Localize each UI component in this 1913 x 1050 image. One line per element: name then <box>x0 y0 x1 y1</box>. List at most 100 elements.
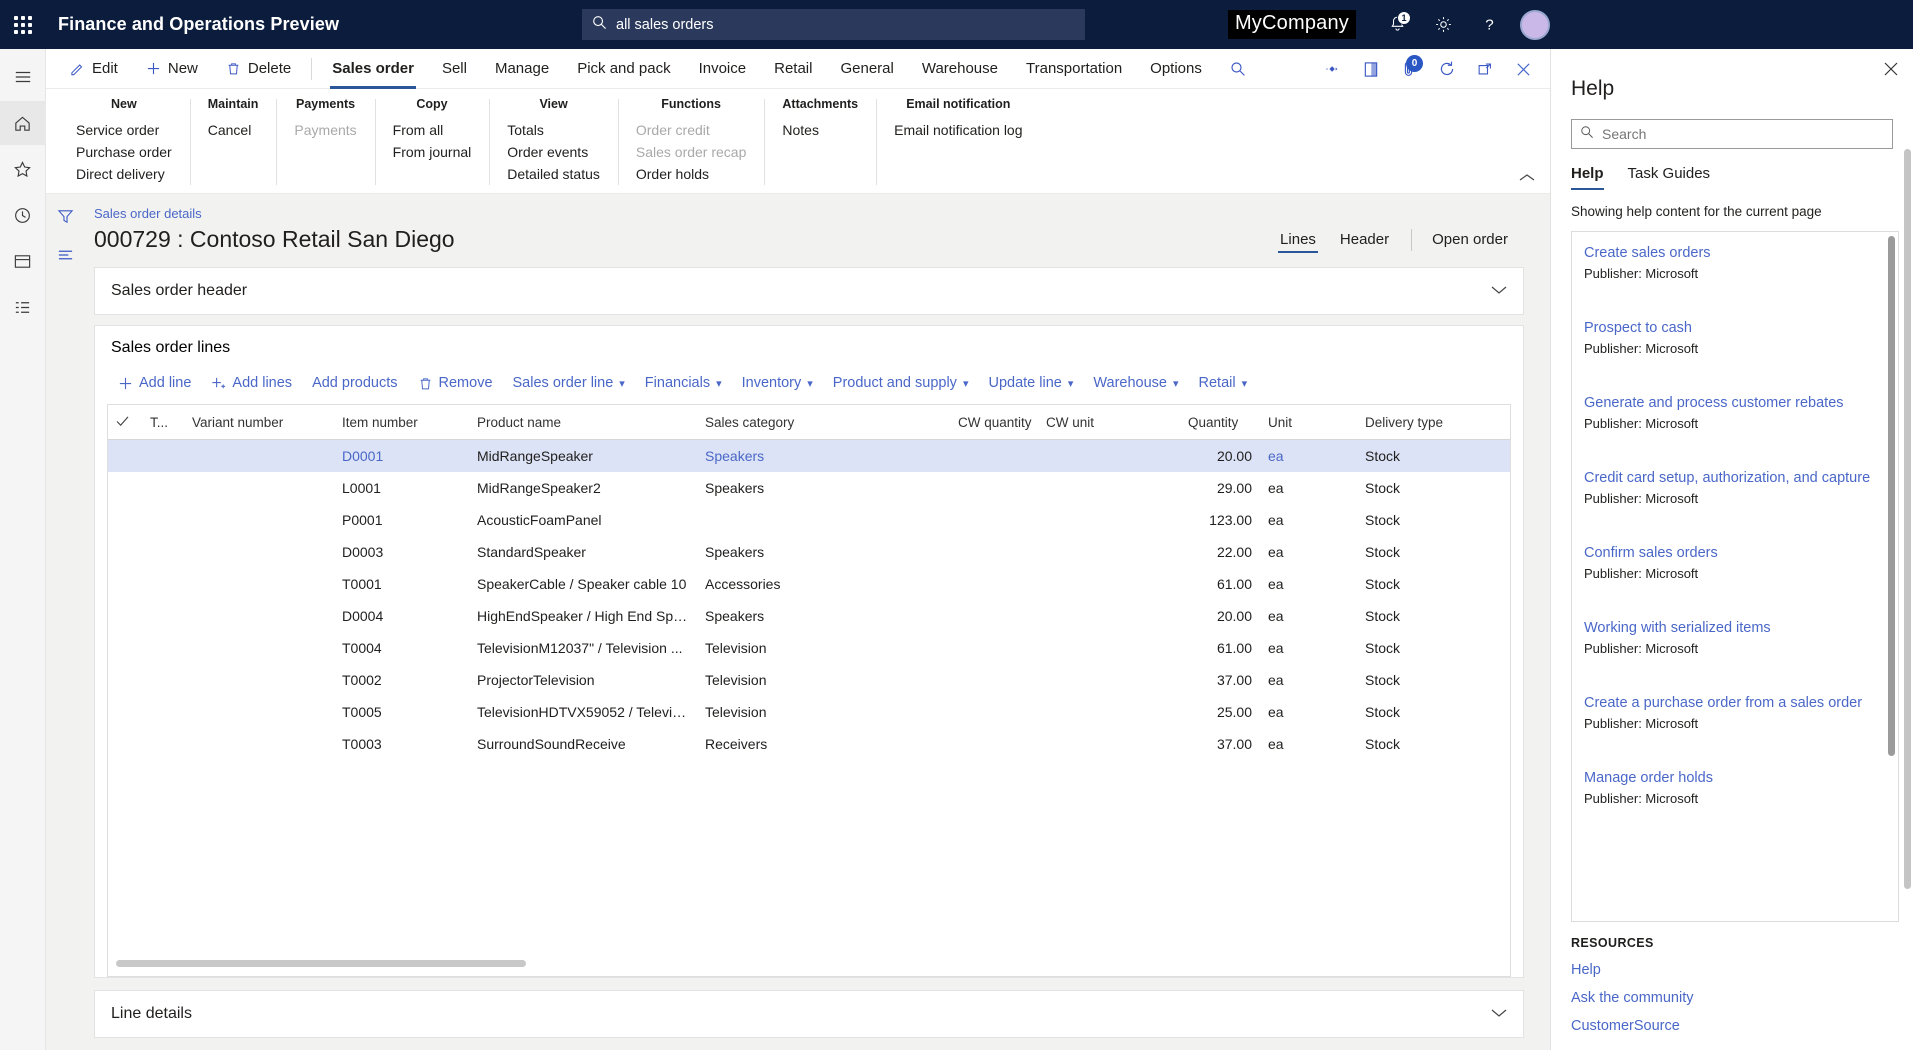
help-list-scrollbar[interactable] <box>1888 236 1895 756</box>
cell-unit[interactable]: ea <box>1260 568 1357 600</box>
cell-item-number[interactable]: L0001 <box>334 472 469 504</box>
column-header-product-name[interactable]: Product name <box>469 405 697 440</box>
cell-cw-unit[interactable] <box>1038 568 1180 600</box>
tab-manage[interactable]: Manage <box>481 49 563 89</box>
cell-product-name[interactable]: ProjectorTelevision <box>469 664 697 696</box>
row-select-cell[interactable] <box>108 504 142 536</box>
cell-delivery-type[interactable]: Stock <box>1357 472 1510 504</box>
cell-sales-category[interactable]: Speakers <box>697 472 950 504</box>
cell-cw-unit[interactable] <box>1038 632 1180 664</box>
ribbon-item-direct-delivery[interactable]: Direct delivery <box>76 163 172 185</box>
table-row[interactable]: T0004 TelevisionM12037" / Television ... T… <box>108 632 1510 664</box>
cell-quantity[interactable]: 20.00 <box>1180 600 1260 632</box>
add-products-button[interactable]: Add products <box>303 370 406 396</box>
help-search-input[interactable]: Search <box>1571 119 1893 149</box>
grid-horizontal-scrollbar[interactable] <box>108 950 1510 976</box>
breadcrumb[interactable]: Sales order details <box>94 206 1524 221</box>
cell-cw-unit[interactable] <box>1038 664 1180 696</box>
row-select-cell[interactable] <box>108 728 142 760</box>
help-article-link[interactable]: Manage order holds <box>1584 769 1884 788</box>
row-select-cell[interactable] <box>108 536 142 568</box>
cell-t[interactable] <box>142 664 184 696</box>
cell-unit[interactable]: ea <box>1260 472 1357 504</box>
row-select-cell[interactable] <box>108 472 142 504</box>
table-row[interactable]: D0004 HighEndSpeaker / High End Spe... Spe… <box>108 600 1510 632</box>
cell-quantity[interactable]: 61.00 <box>1180 568 1260 600</box>
edit-button[interactable]: Edit <box>56 49 132 89</box>
cell-product-name[interactable]: TelevisionM12037" / Television ... <box>469 632 697 664</box>
cell-item-number[interactable]: D0001 <box>334 439 469 472</box>
column-header-t[interactable]: T... <box>142 405 184 440</box>
app-launcher-icon[interactable] <box>0 0 46 49</box>
cell-unit[interactable]: ea <box>1260 728 1357 760</box>
ribbon-item-notes[interactable]: Notes <box>782 119 858 141</box>
cell-sales-category[interactable]: Receivers <box>697 728 950 760</box>
cell-item-number[interactable]: D0004 <box>334 600 469 632</box>
table-row[interactable]: L0001 MidRangeSpeaker2 Speakers 29.00 ea Stoc… <box>108 472 1510 504</box>
add-line-button[interactable]: Add line <box>109 370 200 396</box>
modules-list-icon[interactable] <box>0 285 46 329</box>
cell-delivery-type[interactable]: Stock <box>1357 504 1510 536</box>
ribbon-item-service-order[interactable]: Service order <box>76 119 172 141</box>
add-lines-button[interactable]: Add lines <box>202 370 301 396</box>
row-select-cell[interactable] <box>108 600 142 632</box>
ribbon-item-from-journal[interactable]: From journal <box>393 141 472 163</box>
scrollbar-thumb[interactable] <box>116 959 526 967</box>
cell-item-number[interactable]: T0001 <box>334 568 469 600</box>
row-select-cell[interactable] <box>108 439 142 472</box>
notification-bell-icon[interactable]: 1 <box>1374 0 1420 49</box>
cell-sales-category[interactable]: Speakers <box>697 536 950 568</box>
recent-clock-icon[interactable] <box>0 193 46 237</box>
column-header-quantity[interactable]: Quantity <box>1180 405 1260 440</box>
row-select-cell[interactable] <box>108 664 142 696</box>
cell-cw-unit[interactable] <box>1038 536 1180 568</box>
help-article-link[interactable]: Credit card setup, authorization, and ca… <box>1584 469 1884 488</box>
cell-cw-unit[interactable] <box>1038 600 1180 632</box>
tab-warehouse[interactable]: Warehouse <box>908 49 1012 89</box>
cell-quantity[interactable]: 123.00 <box>1180 504 1260 536</box>
shortcut-diamond-icon[interactable] <box>1314 49 1352 89</box>
sales-order-header-toggle[interactable]: Sales order header <box>95 268 1523 314</box>
attachments-icon[interactable]: 0 <box>1390 49 1428 89</box>
row-select-cell[interactable] <box>108 568 142 600</box>
resource-link-customersource[interactable]: CustomerSource <box>1551 1006 1913 1050</box>
cell-delivery-type[interactable]: Stock <box>1357 439 1510 472</box>
help-article-list[interactable]: Create sales orders Publisher: Microsoft P… <box>1571 231 1899 922</box>
help-panel-scrollbar[interactable] <box>1904 149 1911 889</box>
help-article-link[interactable]: Working with serialized items <box>1584 619 1884 638</box>
delete-button[interactable]: Delete <box>212 49 305 89</box>
cell-unit[interactable]: ea <box>1260 664 1357 696</box>
cell-cw-unit[interactable] <box>1038 696 1180 728</box>
cell-delivery-type[interactable]: Stock <box>1357 600 1510 632</box>
cell-cw-unit[interactable] <box>1038 504 1180 536</box>
cell-delivery-type[interactable]: Stock <box>1357 728 1510 760</box>
cell-delivery-type[interactable]: Stock <box>1357 536 1510 568</box>
financials-menu[interactable]: Financials ▾ <box>636 370 731 396</box>
ribbon-item-order-holds[interactable]: Order holds <box>636 163 747 185</box>
cell-product-name[interactable]: MidRangeSpeaker <box>469 439 697 472</box>
cell-product-name[interactable]: SpeakerCable / Speaker cable 10 <box>469 568 697 600</box>
tab-options[interactable]: Options <box>1136 49 1216 89</box>
help-article-link[interactable]: Confirm sales orders <box>1584 544 1884 563</box>
line-details-toggle[interactable]: Line details <box>95 991 1523 1037</box>
cell-cw-quantity[interactable] <box>950 504 1038 536</box>
workspaces-icon[interactable] <box>0 239 46 283</box>
global-search-input[interactable]: all sales orders <box>582 9 1085 40</box>
cell-variant-number[interactable] <box>184 472 334 504</box>
cell-sales-category[interactable]: Television <box>697 696 950 728</box>
cell-cw-quantity[interactable] <box>950 568 1038 600</box>
tab-lines[interactable]: Lines <box>1268 227 1328 253</box>
help-question-icon[interactable]: ? <box>1466 0 1512 49</box>
cell-sales-category[interactable] <box>697 504 950 536</box>
cell-item-number[interactable]: T0004 <box>334 632 469 664</box>
cell-quantity[interactable]: 20.00 <box>1180 439 1260 472</box>
column-header-unit[interactable]: Unit <box>1260 405 1357 440</box>
settings-gear-icon[interactable] <box>1420 0 1466 49</box>
cell-unit[interactable]: ea <box>1260 696 1357 728</box>
cell-cw-unit[interactable] <box>1038 439 1180 472</box>
cell-cw-quantity[interactable] <box>950 696 1038 728</box>
tab-retail[interactable]: Retail <box>760 49 826 89</box>
cell-variant-number[interactable] <box>184 728 334 760</box>
company-selector[interactable]: MyCompany <box>1227 10 1356 39</box>
table-row[interactable]: P0001 AcousticFoamPanel 123.00 ea Stock <box>108 504 1510 536</box>
